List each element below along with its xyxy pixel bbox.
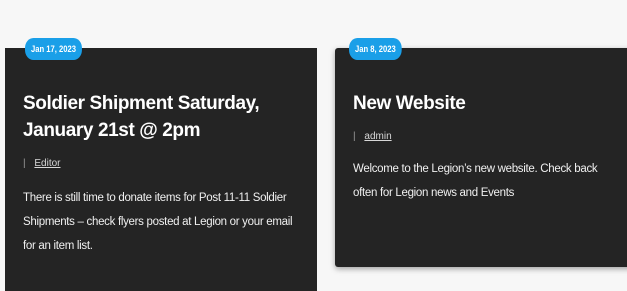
meta-separator: | [23, 158, 26, 169]
meta-separator: | [353, 131, 356, 142]
post-card: Jan 8, 2023 New Website | admin Welcome … [335, 38, 627, 267]
post-title-link[interactable]: Soldier Shipment Saturday, January 21st … [23, 90, 299, 144]
post-date-badge: Jan 17, 2023 [25, 38, 82, 60]
post-author-link[interactable]: Editor [34, 158, 60, 169]
post-author-link[interactable]: admin [364, 131, 391, 142]
post-meta: | admin [353, 129, 617, 145]
post-date-badge: Jan 8, 2023 [349, 38, 402, 60]
post-card: Jan 17, 2023 Soldier Shipment Saturday, … [5, 38, 317, 291]
post-excerpt: There is still time to donate items for … [23, 192, 293, 252]
blog-posts-grid: Jan 17, 2023 Soldier Shipment Saturday, … [0, 0, 627, 291]
post-meta: | Editor [23, 156, 299, 172]
post-excerpt: Welcome to the Legion’s new website. Che… [353, 163, 598, 199]
post-title-link[interactable]: New Website [353, 90, 617, 117]
